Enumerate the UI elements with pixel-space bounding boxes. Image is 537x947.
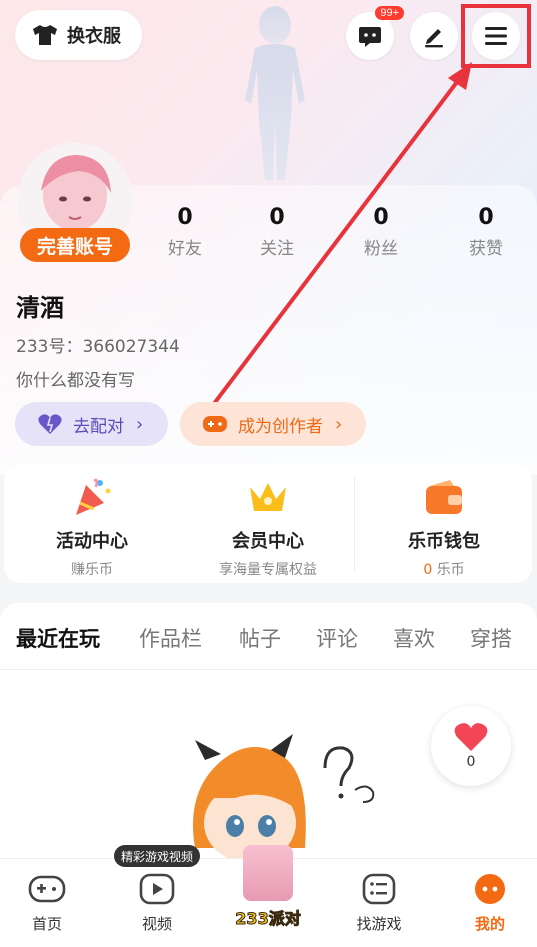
- tab-recently-played[interactable]: 最近在玩: [16, 623, 100, 653]
- pair-button[interactable]: 去配对 ›: [15, 402, 168, 446]
- wallet-unit: 乐币: [436, 562, 465, 578]
- activity-center-button[interactable]: 活动中心 赚乐币: [4, 475, 180, 579]
- tab-posts[interactable]: 帖子: [239, 623, 281, 653]
- user-name: 清酒: [16, 294, 64, 322]
- activity-center-title: 活动中心: [56, 531, 128, 552]
- play-icon: [139, 873, 175, 905]
- me-face-icon: [475, 874, 505, 904]
- tab-comments[interactable]: 评论: [316, 623, 358, 653]
- wallet-button[interactable]: 乐币钱包 0 乐币: [356, 475, 532, 579]
- likes-count: 0: [478, 205, 494, 230]
- following-count: 0: [269, 205, 285, 230]
- chevron-right-icon: ›: [335, 413, 343, 435]
- become-creator-label: 成为创作者: [238, 416, 323, 437]
- list-icon: [362, 873, 396, 905]
- heart-icon: [454, 723, 488, 751]
- nav-me-label: 我的: [474, 915, 505, 933]
- likes-stat[interactable]: 0 获赞: [456, 205, 516, 259]
- friends-label: 好友: [168, 239, 202, 259]
- tabs-divider: [0, 669, 537, 670]
- nav-me[interactable]: 我的: [450, 873, 530, 934]
- party-avatar: [243, 845, 293, 901]
- likes-label: 获赞: [469, 239, 503, 259]
- wallet-icon: [426, 480, 462, 514]
- followers-stat[interactable]: 0 粉丝: [351, 205, 411, 259]
- wallet-subtitle: 0 乐币: [356, 559, 532, 579]
- party-logo: 233派对: [235, 909, 301, 929]
- crown-icon: [250, 483, 286, 511]
- wallet-title: 乐币钱包: [408, 531, 480, 552]
- gamepad-home-icon: [28, 875, 66, 903]
- nav-video[interactable]: 视频: [117, 873, 197, 934]
- tab-likes[interactable]: 喜欢: [393, 623, 435, 653]
- member-center-title: 会员中心: [232, 531, 304, 552]
- become-creator-button[interactable]: 成为创作者 ›: [180, 402, 366, 446]
- party-button[interactable]: 233派对: [232, 845, 304, 935]
- tab-outfits[interactable]: 穿搭: [470, 623, 512, 653]
- member-center-subtitle: 享海量专属权益: [219, 562, 317, 578]
- video-tooltip: 精彩游戏视频: [114, 845, 201, 867]
- followers-count: 0: [373, 205, 389, 230]
- heart-pair-icon: [38, 414, 62, 434]
- feature-divider: [354, 477, 355, 571]
- following-label: 关注: [260, 239, 294, 259]
- like-count: 0: [466, 754, 476, 770]
- friends-count: 0: [177, 205, 193, 230]
- tab-works[interactable]: 作品栏: [139, 623, 202, 653]
- user-bio: 你什么都没有写: [16, 371, 135, 391]
- pair-label: 去配对: [73, 416, 124, 437]
- feature-card: 活动中心 赚乐币 会员中心 享海量专属权益 乐币钱包 0 乐币: [4, 465, 532, 583]
- activity-center-subtitle: 赚乐币: [71, 562, 113, 578]
- chevron-right-icon: ›: [136, 413, 144, 435]
- user-id: 233号：366027344: [16, 337, 180, 357]
- followers-label: 粉丝: [364, 239, 398, 259]
- nav-home-label: 首页: [31, 915, 62, 933]
- nav-find-games-label: 找游戏: [356, 915, 402, 933]
- complete-account-button[interactable]: 完善账号: [20, 228, 130, 262]
- member-center-button[interactable]: 会员中心 享海量专属权益: [180, 475, 356, 579]
- like-button[interactable]: 0: [431, 706, 511, 786]
- following-stat[interactable]: 0 关注: [247, 205, 307, 259]
- nav-home[interactable]: 首页: [7, 873, 87, 934]
- party-popper-icon: [76, 478, 111, 515]
- gamepad-icon: [203, 416, 227, 432]
- nav-video-label: 视频: [141, 915, 172, 933]
- nav-find-games[interactable]: 找游戏: [339, 873, 419, 934]
- wallet-balance: 0: [423, 562, 433, 578]
- friends-stat[interactable]: 0 好友: [155, 205, 215, 259]
